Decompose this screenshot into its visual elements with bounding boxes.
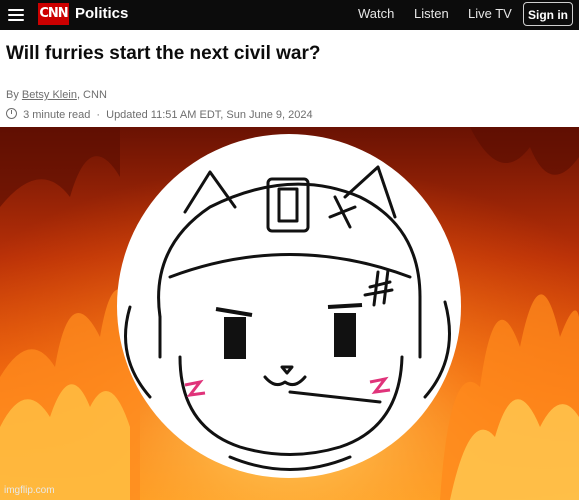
read-time: 3 minute read [23,109,91,121]
cnn-logo[interactable]: CNN [38,3,69,25]
clock-icon [6,108,17,119]
article-image: imgflip.com [0,127,579,500]
updated-timestamp: Updated 11:51 AM EDT, Sun June 9, 2024 [106,109,313,121]
imgflip-watermark: imgflip.com [4,485,55,496]
article-headline: Will furries start the next civil war? [6,43,321,64]
nav-watch[interactable]: Watch [358,6,394,21]
section-title[interactable]: Politics [75,5,128,22]
nav-live-tv[interactable]: Live TV [468,6,512,21]
menu-icon[interactable] [8,6,24,22]
sign-in-button[interactable]: Sign in [523,2,573,26]
fire-background [0,127,579,500]
nav-listen[interactable]: Listen [414,6,449,21]
byline-prefix: By [6,89,19,101]
top-navigation-bar: CNN Politics Watch Listen Live TV Sign i… [0,0,579,30]
meta-separator: · [96,109,101,121]
byline-suffix: , CNN [76,89,107,101]
article-meta: 3 minute read · Updated 11:51 AM EDT, Su… [6,108,313,121]
byline: By Betsy Klein, CNN [6,89,107,101]
author-link[interactable]: Betsy Klein [22,89,77,101]
